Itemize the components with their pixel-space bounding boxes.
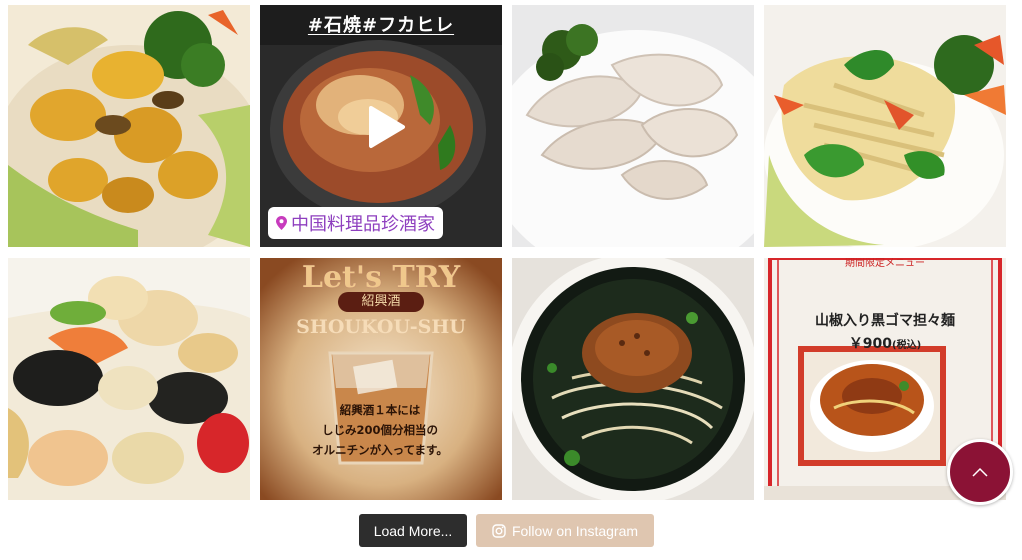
gyoza-dumplings-image bbox=[512, 5, 754, 247]
menu-price: ￥900(税込) bbox=[764, 333, 1006, 353]
promo-subtitle: SHOUKOU-SHU bbox=[296, 316, 466, 338]
feed-photo-3[interactable] bbox=[512, 5, 754, 247]
menu-top-text: 期間限定メニュー bbox=[845, 258, 925, 269]
feed-video-2[interactable]: #石焼#フカヒレ 中国料理品珍酒家 bbox=[260, 5, 502, 247]
follow-on-instagram-button[interactable]: Follow on Instagram bbox=[476, 514, 654, 547]
feed-actions: Load More... Follow on Instagram bbox=[0, 514, 1022, 547]
feed-photo-5[interactable] bbox=[8, 258, 250, 500]
black-sesame-dandan-noodles-image bbox=[512, 258, 754, 500]
video-hashtag: #石焼#フカヒレ bbox=[307, 15, 455, 36]
menu-dish-title: 山椒入り黒ゴマ担々麺 bbox=[815, 313, 955, 329]
promo-note-line: 紹興酒１本には bbox=[339, 403, 421, 417]
play-icon[interactable] bbox=[361, 104, 407, 150]
promo-note: 紹興酒１本には しじみ200個分相当の オルニチンが入ってます。 bbox=[280, 400, 480, 460]
menu-price-note: (税込) bbox=[892, 340, 922, 351]
abalone-dish-image bbox=[8, 5, 250, 247]
instagram-feed-grid: #石焼#フカヒレ 中国料理品珍酒家 Let's TRY 紹興酒 SHOUKOU-… bbox=[8, 5, 1006, 500]
location-label: 中国料理品珍酒家 bbox=[291, 214, 435, 235]
feed-photo-6[interactable]: Let's TRY 紹興酒 SHOUKOU-SHU 紹興酒１本には しじみ200… bbox=[260, 258, 502, 500]
menu-price-value: ￥900 bbox=[848, 336, 893, 352]
promo-badge: 紹興酒 bbox=[338, 292, 424, 312]
feed-photo-1[interactable] bbox=[8, 5, 250, 247]
instagram-icon bbox=[492, 523, 506, 538]
scroll-to-top-button[interactable] bbox=[947, 439, 1013, 505]
location-tag[interactable]: 中国料理品珍酒家 bbox=[268, 207, 443, 239]
promo-note-line: オルニチンが入ってます。 bbox=[312, 443, 448, 457]
tofu-skin-salad-image bbox=[764, 5, 1006, 247]
chevron-up-icon bbox=[972, 467, 988, 477]
feed-photo-7[interactable] bbox=[512, 258, 754, 500]
squid-stir-fry-image bbox=[8, 258, 250, 500]
feed-photo-4[interactable] bbox=[764, 5, 1006, 247]
location-pin-icon bbox=[276, 216, 287, 230]
promo-note-line: しじみ200個分相当の bbox=[321, 423, 438, 437]
promo-title: Let's TRY bbox=[301, 260, 461, 295]
follow-label: Follow on Instagram bbox=[511, 522, 639, 539]
load-more-button[interactable]: Load More... bbox=[359, 514, 467, 547]
